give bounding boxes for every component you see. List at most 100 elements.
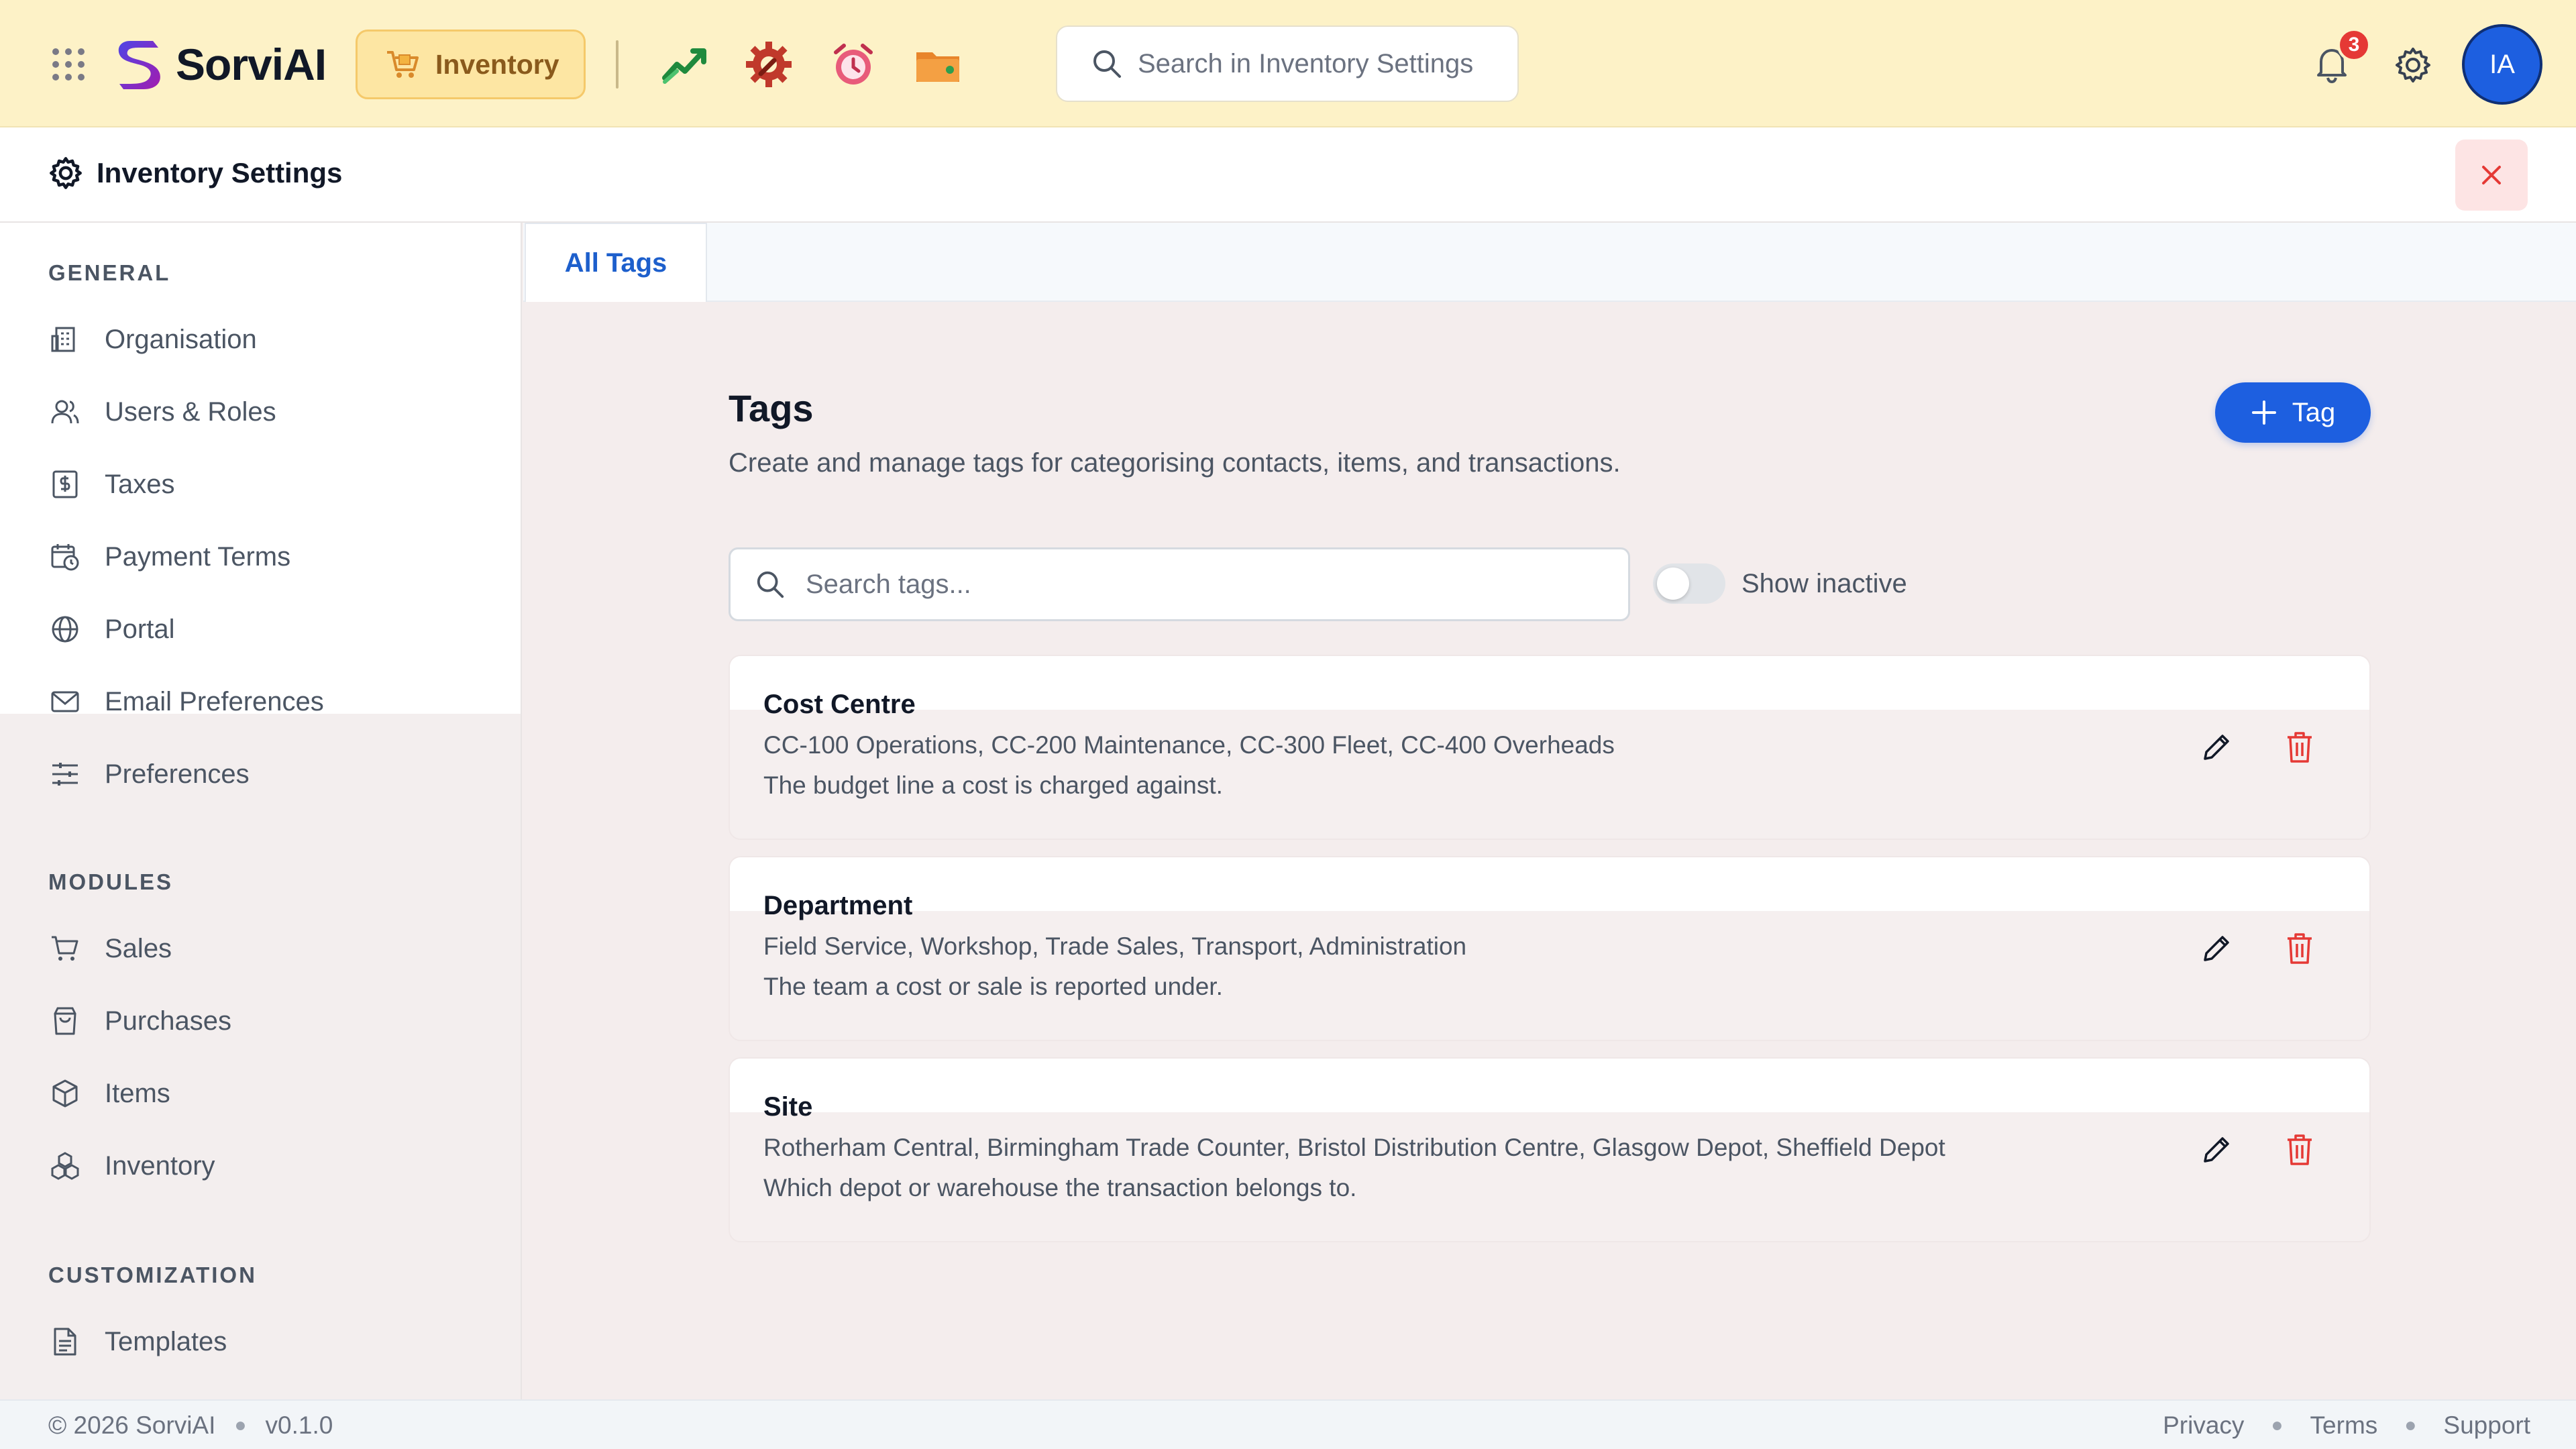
- tag-description: The team a cost or sale is reported unde…: [763, 973, 1223, 1000]
- sidebar-item-label: Sales: [105, 933, 172, 963]
- settings-gear-icon: [47, 154, 85, 192]
- chart-up-icon[interactable]: [659, 39, 710, 90]
- separator-dot: ●: [234, 1414, 247, 1436]
- global-search-field[interactable]: [1138, 48, 1513, 79]
- bag-icon: [48, 1004, 82, 1038]
- close-icon: [2482, 166, 2501, 184]
- tab-label: All Tags: [564, 248, 667, 278]
- card-header: [730, 857, 2369, 911]
- section-title-customization: CUSTOMIZATION: [48, 1263, 257, 1287]
- sidebar-item-label: Purchases: [105, 1006, 231, 1036]
- sidebar-item-label: Preferences: [105, 759, 250, 789]
- trash-icon[interactable]: [2279, 727, 2320, 767]
- add-tag-label: Tag: [2292, 397, 2336, 427]
- footer: © 2026 SorviAI ● v0.1.0 Privacy ● Terms …: [0, 1399, 2576, 1449]
- sliders-icon: [48, 757, 82, 791]
- tab-bar: All Tags: [523, 223, 2576, 302]
- tag-card: Site Rotherham Central, Birmingham Trade…: [729, 1057, 2371, 1242]
- sidebar-item-label: Users & Roles: [105, 396, 276, 427]
- avatar[interactable]: IA: [2462, 24, 2542, 105]
- sidebar-item-inventory[interactable]: Inventory: [0, 1134, 521, 1198]
- sidebar-item-purchases[interactable]: Purchases: [0, 989, 521, 1053]
- separator-dot: ●: [2271, 1414, 2284, 1436]
- toggle-knob: [1657, 568, 1689, 600]
- calendar-clock-icon: [48, 540, 82, 574]
- notification-badge: 3: [2337, 28, 2371, 62]
- tag-search-input[interactable]: [729, 547, 1630, 621]
- sidebar-item-label: Items: [105, 1078, 170, 1108]
- gear-wrench-icon[interactable]: [743, 39, 794, 90]
- show-inactive-toggle[interactable]: [1653, 564, 1725, 604]
- tag-values: Field Service, Workshop, Trade Sales, Tr…: [763, 932, 1467, 960]
- version-text: v0.1.0: [265, 1411, 333, 1439]
- section-title: Tags: [729, 387, 814, 429]
- pencil-icon[interactable]: [2196, 727, 2237, 767]
- card-header: [730, 1059, 2369, 1112]
- alarm-clock-icon[interactable]: [828, 39, 879, 90]
- globe-icon: [48, 612, 82, 646]
- sidebar-item-label: Portal: [105, 614, 175, 644]
- sidebar-item-payment-terms[interactable]: Payment Terms: [0, 525, 521, 589]
- sidebar-item-templates[interactable]: Templates: [0, 1309, 521, 1374]
- building-icon: [48, 323, 82, 356]
- inventory-cart-icon: [387, 51, 419, 78]
- footer-links: Privacy ● Terms ● Support: [2163, 1411, 2530, 1440]
- app-grid-icon[interactable]: [47, 46, 90, 83]
- sidebar-item-label: Inventory: [105, 1150, 215, 1181]
- trash-icon[interactable]: [2279, 928, 2320, 969]
- section-title-general: GENERAL: [48, 260, 171, 285]
- divider: [616, 40, 619, 89]
- support-link[interactable]: Support: [2443, 1411, 2530, 1440]
- sidebar-item-taxes[interactable]: Taxes: [0, 452, 521, 517]
- module-label: Inventory: [435, 48, 559, 80]
- settings-gear-icon[interactable]: [2392, 44, 2434, 86]
- sidebar-item-users-roles[interactable]: Users & Roles: [0, 380, 521, 444]
- sidebar-item-label: Organisation: [105, 324, 257, 354]
- cart-icon: [48, 932, 82, 965]
- copyright-text: © 2026 SorviAI: [48, 1411, 216, 1439]
- sidebar-item-items[interactable]: Items: [0, 1061, 521, 1126]
- sidebar-item-preferences[interactable]: Preferences: [0, 742, 521, 806]
- brand-name: SorviAI: [176, 40, 327, 89]
- dollar-doc-icon: [48, 468, 82, 501]
- sidebar-item-portal[interactable]: Portal: [0, 597, 521, 661]
- tab-all-tags[interactable]: All Tags: [525, 223, 707, 302]
- tag-values: CC-100 Operations, CC-200 Maintenance, C…: [763, 731, 1615, 759]
- close-button[interactable]: [2455, 140, 2528, 211]
- add-tag-button[interactable]: Tag: [2215, 382, 2371, 443]
- tag-description: Which depot or warehouse the transaction…: [763, 1174, 1357, 1201]
- tag-card: Department Field Service, Workshop, Trad…: [729, 856, 2371, 1041]
- document-icon: [48, 1325, 82, 1358]
- settings-header: Inventory Settings: [0, 127, 2576, 223]
- tag-description: The budget line a cost is charged agains…: [763, 771, 1223, 799]
- privacy-link[interactable]: Privacy: [2163, 1411, 2244, 1440]
- pencil-icon[interactable]: [2196, 1130, 2237, 1170]
- search-icon: [1093, 50, 1121, 78]
- sidebar-item-label: Taxes: [105, 469, 175, 499]
- search-icon: [757, 571, 784, 598]
- trash-icon[interactable]: [2279, 1130, 2320, 1170]
- tag-name: Cost Centre: [763, 690, 916, 719]
- module-switcher-button[interactable]: Inventory: [356, 30, 586, 99]
- box-icon: [48, 1077, 82, 1110]
- users-icon: [48, 395, 82, 429]
- tag-name: Department: [763, 891, 913, 920]
- top-bar: SorviAI Inventory Search in Inventory Se…: [0, 0, 2576, 127]
- terms-link[interactable]: Terms: [2310, 1411, 2378, 1440]
- sidebar-item-label: Templates: [105, 1326, 227, 1356]
- sidebar-item-label: Email Preferences: [105, 686, 324, 716]
- sidebar-item-organisation[interactable]: Organisation: [0, 307, 521, 372]
- brand-logo[interactable]: SorviAI: [111, 34, 333, 95]
- sidebar-item-email-preferences[interactable]: Email Preferences: [0, 669, 521, 734]
- show-inactive-label: Show inactive: [1741, 569, 1907, 598]
- pencil-icon[interactable]: [2196, 928, 2237, 969]
- sidebar-item-sales[interactable]: Sales: [0, 916, 521, 981]
- sidebar-item-label: Payment Terms: [105, 541, 291, 572]
- tag-search-field[interactable]: [806, 569, 1611, 600]
- settings-sidebar: GENERAL Organisation Users & Roles Taxes…: [0, 223, 522, 1399]
- separator-dot: ●: [2404, 1414, 2417, 1436]
- tag-card: Cost Centre CC-100 Operations, CC-200 Ma…: [729, 655, 2371, 840]
- section-subtitle: Create and manage tags for categorising …: [729, 448, 1621, 478]
- global-search-input[interactable]: [1056, 25, 1519, 102]
- wallet-folder-icon[interactable]: [912, 39, 963, 90]
